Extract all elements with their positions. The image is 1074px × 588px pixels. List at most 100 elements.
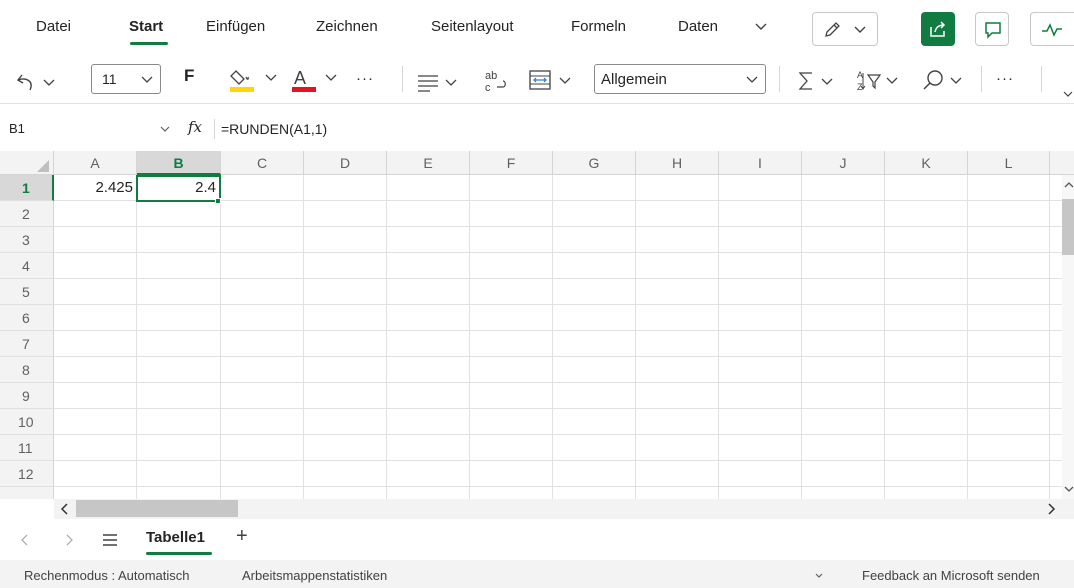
sheet-tab-tabelle1[interactable]: Tabelle1 <box>137 519 223 557</box>
undo-icon[interactable] <box>14 67 58 99</box>
share-button[interactable] <box>921 12 955 46</box>
align-icon[interactable] <box>416 67 466 99</box>
fill-handle[interactable] <box>215 198 221 204</box>
pen-dropdown[interactable] <box>812 12 878 46</box>
autosum-icon[interactable] <box>796 66 842 98</box>
chevron-down-icon <box>746 76 758 83</box>
gridline <box>54 486 1064 487</box>
more-tabs-chevron-icon[interactable] <box>752 17 770 35</box>
wrap-text-icon[interactable]: abc <box>483 65 511 97</box>
font-color-icon[interactable]: A <box>290 64 344 96</box>
more-options-button[interactable]: ··· <box>996 70 1014 87</box>
svg-text:A: A <box>857 70 863 80</box>
previous-sheet-icon[interactable] <box>20 533 30 547</box>
gridline <box>54 330 1064 331</box>
scroll-right-arrow-icon[interactable] <box>1046 503 1056 515</box>
column-header-m[interactable] <box>1050 151 1074 175</box>
scroll-left-arrow-icon[interactable] <box>60 503 70 515</box>
active-tab-indicator <box>130 42 168 45</box>
gridline <box>884 175 885 499</box>
gridline <box>54 408 1064 409</box>
spreadsheet-grid[interactable]: A B C D E F G H I J K L 1 2 3 4 5 6 7 8 … <box>0 151 1074 499</box>
row-header-13[interactable] <box>0 487 54 499</box>
formula-bar: B1 fx =RUNDEN(A1,1) <box>0 115 1074 143</box>
select-all-triangle-icon <box>37 160 49 172</box>
column-header-e[interactable]: E <box>387 151 470 175</box>
name-box[interactable]: B1 <box>0 115 175 143</box>
column-header-h[interactable]: H <box>636 151 719 175</box>
merge-cells-icon[interactable] <box>528 65 580 97</box>
calculation-mode[interactable]: Rechenmodus : Automatisch <box>24 568 189 583</box>
row-header-4[interactable]: 4 <box>0 253 54 279</box>
font-size-select[interactable]: 11 <box>91 64 161 94</box>
gridline <box>54 356 1064 357</box>
chevron-down-icon[interactable] <box>814 572 824 580</box>
row-header-1[interactable]: 1 <box>0 175 54 201</box>
more-font-options-button[interactable]: ··· <box>356 70 374 87</box>
tab-daten[interactable]: Daten <box>678 18 718 35</box>
column-header-f[interactable]: F <box>470 151 553 175</box>
column-header-l[interactable]: L <box>968 151 1050 175</box>
gridline <box>1049 175 1050 499</box>
row-header-5[interactable]: 5 <box>0 279 54 305</box>
bold-button[interactable]: F <box>184 66 194 86</box>
gridline <box>54 278 1064 279</box>
column-header-c[interactable]: C <box>221 151 304 175</box>
row-header-2[interactable]: 2 <box>0 201 54 227</box>
row-header-6[interactable]: 6 <box>0 305 54 331</box>
select-all-corner[interactable] <box>0 151 54 175</box>
feedback-link[interactable]: Feedback an Microsoft senden <box>862 568 1040 583</box>
fill-color-icon[interactable] <box>228 64 282 96</box>
number-format-select[interactable]: Allgemein <box>594 64 766 94</box>
all-sheets-menu-icon[interactable] <box>101 532 119 548</box>
comments-button[interactable] <box>975 12 1009 46</box>
scroll-down-arrow-icon[interactable] <box>1064 485 1074 493</box>
separator <box>779 66 780 92</box>
row-header-10[interactable]: 10 <box>0 409 54 435</box>
column-header-b[interactable]: B <box>137 151 221 175</box>
row-header-8[interactable]: 8 <box>0 357 54 383</box>
add-sheet-button[interactable]: + <box>236 525 248 548</box>
row-header-12[interactable]: 12 <box>0 461 54 487</box>
column-header-i[interactable]: I <box>719 151 802 175</box>
share-icon <box>930 21 946 37</box>
gridline <box>967 175 968 499</box>
tab-formeln[interactable]: Formeln <box>571 18 626 35</box>
gridline <box>220 175 221 499</box>
workbook-statistics[interactable]: Arbeitsmappenstatistiken <box>242 568 387 583</box>
row-header-11[interactable]: 11 <box>0 435 54 461</box>
gridline <box>54 226 1064 227</box>
column-header-g[interactable]: G <box>553 151 636 175</box>
row-header-9[interactable]: 9 <box>0 383 54 409</box>
column-header-a[interactable]: A <box>54 151 137 175</box>
formula-input[interactable]: =RUNDEN(A1,1) <box>221 121 327 137</box>
horizontal-scroll-thumb[interactable] <box>76 500 238 517</box>
row-header-7[interactable]: 7 <box>0 331 54 357</box>
active-sheet-indicator <box>146 552 212 555</box>
column-header-j[interactable]: J <box>802 151 885 175</box>
gridline <box>386 175 387 499</box>
sort-filter-icon[interactable]: AZ <box>855 65 907 97</box>
gridline <box>801 175 802 499</box>
expand-ribbon-chevron-icon[interactable] <box>1062 88 1074 100</box>
number-format-value: Allgemein <box>601 71 667 88</box>
row-header-3[interactable]: 3 <box>0 227 54 253</box>
sheet-tab-label: Tabelle1 <box>146 529 205 546</box>
cell-a1[interactable]: 2.425 <box>54 175 136 201</box>
tab-einfuegen[interactable]: Einfügen <box>206 18 265 35</box>
gridline <box>54 252 1064 253</box>
search-icon[interactable] <box>921 65 973 97</box>
activity-button[interactable] <box>1030 12 1074 46</box>
tab-zeichnen[interactable]: Zeichnen <box>316 18 378 35</box>
tab-start[interactable]: Start <box>129 18 163 35</box>
insert-function-button[interactable]: fx <box>188 118 202 136</box>
gridline <box>469 175 470 499</box>
gridline <box>635 175 636 499</box>
next-sheet-icon[interactable] <box>64 533 74 547</box>
scroll-up-arrow-icon[interactable] <box>1064 181 1074 189</box>
column-header-k[interactable]: K <box>885 151 968 175</box>
column-header-d[interactable]: D <box>304 151 387 175</box>
tab-datei[interactable]: Datei <box>36 18 71 35</box>
tab-seitenlayout[interactable]: Seitenlayout <box>431 18 514 35</box>
vertical-scroll-thumb[interactable] <box>1062 199 1074 255</box>
